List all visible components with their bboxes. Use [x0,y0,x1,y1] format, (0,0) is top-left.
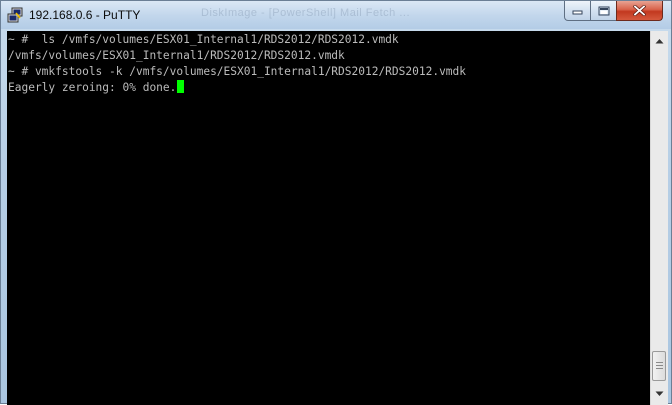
terminal-line: ~ # ls /vmfs/volumes/ESX01_Internal1/RDS… [8,33,399,46]
vertical-scrollbar[interactable] [650,31,668,405]
terminal-area[interactable]: ~ # ls /vmfs/volumes/ESX01_Internal1/RDS… [7,31,650,405]
title-bar[interactable]: 192.168.0.6 - PuTTY DiskImage - [PowerSh… [1,1,671,29]
terminal-progress-text: Eagerly zeroing: 0% done. [8,81,177,94]
scrollbar-grip-line [656,368,663,369]
background-window-title: DiskImage - [PowerShell] Mail Fetch ... [201,7,411,19]
terminal-line-current: Eagerly zeroing: 0% done. [8,80,185,96]
minimize-icon [572,10,583,15]
window-title: 192.168.0.6 - PuTTY [29,8,141,22]
scroll-down-button[interactable] [652,386,667,401]
scrollbar-thumb[interactable] [652,351,666,381]
text-cursor [177,80,185,93]
close-icon [633,5,646,16]
scroll-up-arrow-icon [655,38,664,43]
minimize-button[interactable] [564,1,591,21]
putty-window: 192.168.0.6 - PuTTY DiskImage - [PowerSh… [0,0,672,405]
maximize-icon [598,6,609,15]
close-button[interactable] [616,1,663,21]
scroll-down-arrow-icon [655,391,664,396]
scrollbar-grip-line [656,362,663,363]
scrollbar-grip-line [656,365,663,366]
terminal-line: /vmfs/volumes/ESX01_Internal1/RDS2012/RD… [8,49,345,62]
scroll-up-button[interactable] [652,33,667,48]
terminal-line: ~ # vmkfstools -k /vmfs/volumes/ESX01_In… [8,65,467,78]
putty-icon [7,7,23,23]
maximize-button[interactable] [590,1,617,21]
